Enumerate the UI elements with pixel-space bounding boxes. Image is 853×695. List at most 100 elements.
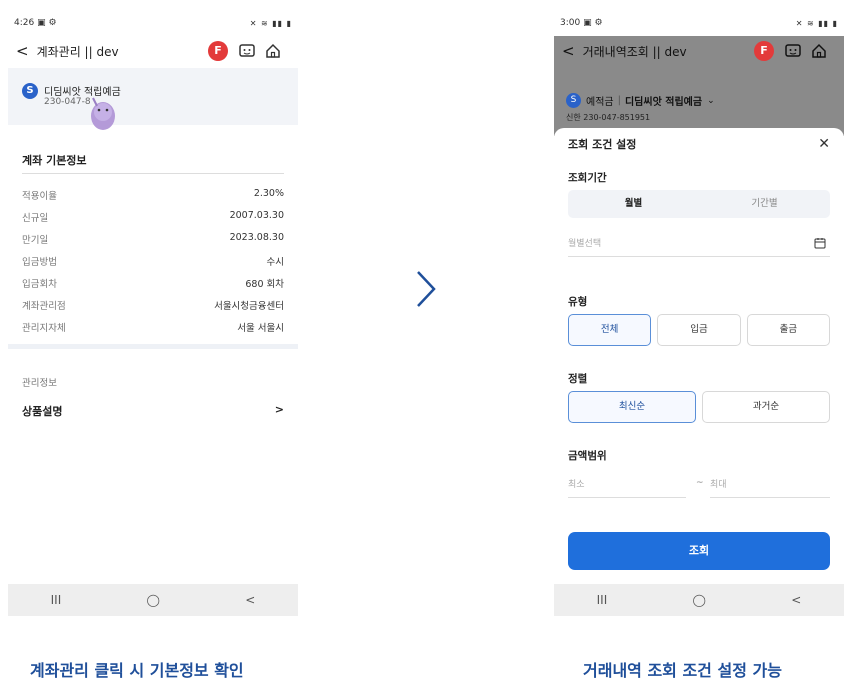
info-key: 입금회차 xyxy=(22,279,57,290)
info-row-deposit-count: 입금회차 680 회차 xyxy=(22,276,284,290)
account-selector[interactable]: S 예적금 | 디딤씨앗 적립예금 ⌄ xyxy=(566,93,715,108)
account-type: 예적금 xyxy=(586,97,614,108)
close-icon[interactable]: ✕ xyxy=(818,136,830,152)
sort-newest-button[interactable]: 최신순 xyxy=(568,391,696,423)
status-icons-left: ▣ ⚙ xyxy=(583,18,603,28)
home-button-icon[interactable]: ◯ xyxy=(147,593,160,607)
home-icon[interactable] xyxy=(810,42,828,60)
info-row-municipality: 관리지자체 서울 서울시 xyxy=(22,320,284,334)
info-key: 신규일 xyxy=(22,213,49,224)
status-bar: 4:26 ▣ ⚙ ✕ ≋ ▮▮ ▮ xyxy=(8,10,298,36)
separator: | xyxy=(617,95,621,106)
range-tilde: ~ xyxy=(696,478,704,488)
info-key: 적용이율 xyxy=(22,191,57,202)
type-options: 전체 입금 출금 xyxy=(568,314,830,346)
status-icons-left: ▣ ⚙ xyxy=(37,18,57,28)
type-withdrawal-button[interactable]: 출금 xyxy=(746,314,830,346)
status-icons-right: ✕ ≋ ▮▮ ▮ xyxy=(249,18,292,28)
manage-info-label: 관리정보 xyxy=(22,378,57,389)
page-title: 거래내역조회 || dev xyxy=(582,44,687,59)
info-key: 계좌관리점 xyxy=(22,301,66,312)
info-value: 서울시청금융센터 xyxy=(214,301,284,312)
tab-date-range[interactable]: 기간별 xyxy=(699,190,830,218)
dimmed-background: < 거래내역조회 || dev F S 예적금 | 디딤씨앗 적립예금 ⌄ 신한… xyxy=(554,36,844,136)
month-select-placeholder: 월별선택 xyxy=(568,239,602,249)
bank-logo-icon: S xyxy=(566,93,581,108)
sheet-title: 조회 조건 설정 xyxy=(568,138,637,151)
back-button-icon[interactable]: < xyxy=(791,593,801,607)
info-value: 2007.03.30 xyxy=(229,210,284,221)
status-time: 3:00 xyxy=(560,18,581,28)
app-bar: < 계좌관리 || dev F xyxy=(8,36,298,66)
info-value: 2.30% xyxy=(253,188,284,199)
amount-range-label: 금액범위 xyxy=(568,450,607,462)
info-row-open-date: 신규일 2007.03.30 xyxy=(22,210,284,224)
info-value: 서울 서울시 xyxy=(237,323,284,334)
mascot-character-icon xyxy=(91,97,115,130)
chat-icon[interactable] xyxy=(784,42,802,60)
section-divider xyxy=(8,344,298,349)
back-icon[interactable]: < xyxy=(562,42,575,60)
sort-options: 최신순 과거순 xyxy=(568,391,830,423)
info-key: 관리지자체 xyxy=(22,323,66,334)
caption-right: 거래내역 조회 조건 설정 가능 xyxy=(583,661,782,680)
page-title: 계좌관리 || dev xyxy=(36,44,119,59)
sort-oldest-button[interactable]: 과거순 xyxy=(702,391,830,423)
status-icons-right: ✕ ≋ ▮▮ ▮ xyxy=(795,18,838,28)
bank-logo-icon: S xyxy=(22,83,38,99)
system-nav-bar: III ◯ < xyxy=(554,584,844,616)
calendar-icon[interactable] xyxy=(814,237,826,249)
month-select-field[interactable]: 월별선택 xyxy=(568,233,830,257)
search-submit-button[interactable]: 조회 xyxy=(568,532,830,570)
type-all-button[interactable]: 전체 xyxy=(568,314,652,346)
info-value: 수시 xyxy=(266,257,284,268)
amount-min-placeholder: 최소 xyxy=(568,480,585,490)
recent-apps-icon[interactable]: III xyxy=(597,593,608,607)
f-badge-icon[interactable]: F xyxy=(208,41,228,61)
back-icon[interactable]: < xyxy=(16,42,29,60)
search-condition-sheet: 조회 조건 설정 ✕ 조회기간 월별 기간별 월별선택 유형 전체 입금 출금 … xyxy=(554,128,844,584)
type-label: 유형 xyxy=(568,296,588,308)
type-deposit-button[interactable]: 입금 xyxy=(657,314,741,346)
sheet-header: 조회 조건 설정 ✕ xyxy=(568,136,830,152)
status-bar: 3:00 ▣ ⚙ ✕ ≋ ▮▮ ▮ xyxy=(554,10,844,36)
account-card[interactable]: S 디딤씨앗 적립예금 230-047-8 xyxy=(8,68,298,125)
caption-left: 계좌관리 클릭 시 기본정보 확인 xyxy=(30,661,244,680)
phone-screen-account-management: 4:26 ▣ ⚙ ✕ ≋ ▮▮ ▮ < 계좌관리 || dev F S 디딤씨앗… xyxy=(8,10,298,616)
info-value: 2023.08.30 xyxy=(229,232,284,243)
divider xyxy=(22,173,284,174)
product-description-menu[interactable]: 상품설명 > xyxy=(22,403,284,419)
status-time: 4:26 xyxy=(14,18,35,28)
amount-max-input[interactable]: 최대 xyxy=(710,474,830,498)
info-key: 만기일 xyxy=(22,235,49,246)
tab-monthly[interactable]: 월별 xyxy=(568,190,699,218)
phone-screen-transaction-search: 3:00 ▣ ⚙ ✕ ≋ ▮▮ ▮ < 거래내역조회 || dev F S 예적… xyxy=(554,10,844,616)
amount-min-input[interactable]: 최소 xyxy=(568,474,686,498)
home-icon[interactable] xyxy=(264,42,282,60)
account-number: 신한 230-047-851951 xyxy=(566,113,651,122)
home-button-icon[interactable]: ◯ xyxy=(693,593,706,607)
basic-info-title: 계좌 기본정보 xyxy=(22,154,87,167)
info-value: 680 회차 xyxy=(245,279,284,290)
system-nav-bar: III ◯ < xyxy=(8,584,298,616)
chat-icon[interactable] xyxy=(238,42,256,60)
recent-apps-icon[interactable]: III xyxy=(51,593,62,607)
chevron-right-icon xyxy=(417,271,436,307)
info-row-branch: 계좌관리점 서울시청금융센터 xyxy=(22,298,284,312)
account-name: 디딤씨앗 적립예금 xyxy=(624,97,703,108)
chevron-right-icon: > xyxy=(274,403,284,416)
info-row-deposit-method: 입금방법 수시 xyxy=(22,254,284,268)
period-segment: 월별 기간별 xyxy=(568,190,830,218)
amount-max-placeholder: 최대 xyxy=(710,480,727,490)
info-row-maturity-date: 만기일 2023.08.30 xyxy=(22,232,284,246)
account-number: 230-047-8 xyxy=(44,97,91,107)
app-bar: < 거래내역조회 || dev F xyxy=(554,36,844,66)
product-description-label: 상품설명 xyxy=(22,405,63,418)
period-label: 조회기간 xyxy=(568,172,607,184)
back-button-icon[interactable]: < xyxy=(245,593,255,607)
info-key: 입금방법 xyxy=(22,257,57,268)
chevron-down-icon: ⌄ xyxy=(707,95,715,106)
info-row-interest-rate: 적용이율 2.30% xyxy=(22,188,284,202)
f-badge-icon[interactable]: F xyxy=(754,41,774,61)
sort-label: 정렬 xyxy=(568,373,588,385)
